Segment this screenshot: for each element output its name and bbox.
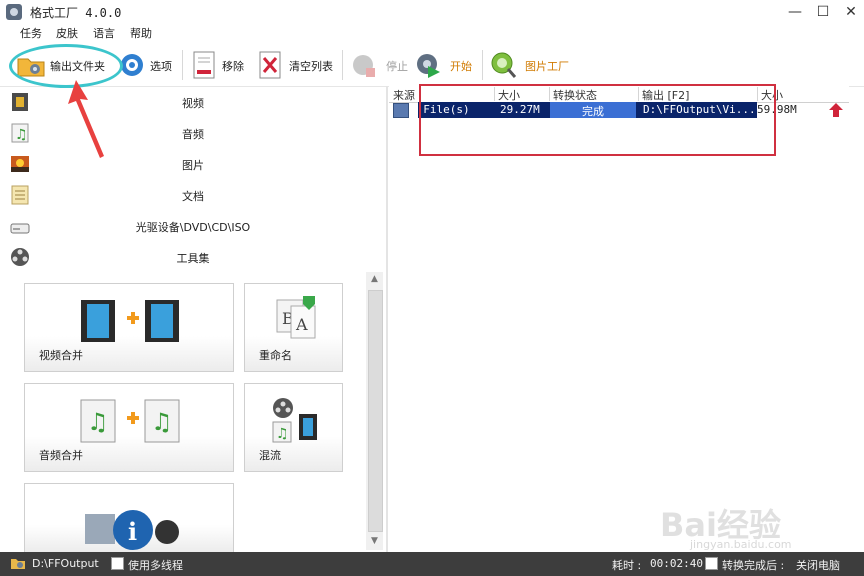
options-button[interactable]: 选项 [118, 46, 178, 84]
clear-list-label: 清空列表 [289, 60, 333, 73]
category-toolbox[interactable]: 工具集 [0, 242, 386, 272]
remove-button[interactable]: 移除 [190, 46, 250, 84]
category-audio[interactable]: ♫ 音频 [0, 118, 386, 148]
scroll-down-icon[interactable]: ▼ [368, 536, 381, 548]
menu-help[interactable]: 帮助 [130, 25, 152, 41]
tool-rename[interactable]: B A 重命名 [244, 283, 343, 372]
video-merge-icon [81, 300, 179, 342]
category-label: 音频 [182, 128, 204, 141]
tool-audio-merge[interactable]: ♫ ♫ 音频合并 [24, 383, 234, 472]
minimize-button[interactable]: — [780, 0, 810, 24]
menu-language[interactable]: 语言 [93, 25, 115, 41]
watermark-url: jingyan.baidu.com [690, 538, 792, 551]
tool-label: 视频合并 [39, 349, 83, 362]
tool-label: 混流 [259, 449, 281, 462]
title-bar [0, 0, 864, 24]
category-label: 图片 [182, 159, 204, 172]
mux-icon: ♫ [272, 398, 317, 443]
clear-list-button[interactable]: 清空列表 [256, 46, 340, 84]
multithread-checkbox[interactable] [111, 557, 124, 570]
category-document[interactable]: 文档 [0, 180, 386, 210]
toolbar-separator [182, 50, 183, 80]
tool-video-merge[interactable]: 视频合并 [24, 283, 234, 372]
scroll-thumb[interactable] [368, 290, 383, 532]
category-label: 工具集 [176, 252, 210, 265]
tool-label: 重命名 [259, 349, 292, 362]
category-label: 文档 [182, 190, 204, 203]
after-convert-checkbox[interactable] [705, 557, 718, 570]
maximize-button[interactable]: ☐ [808, 0, 838, 24]
category-picture[interactable]: 图片 [0, 149, 386, 179]
menu-skin[interactable]: 皮肤 [56, 25, 78, 41]
remove-label: 移除 [222, 60, 244, 73]
close-button[interactable]: ✕ [836, 0, 864, 24]
svg-text:♫: ♫ [276, 426, 289, 442]
category-label: 光驱设备\DVD\CD\ISO [135, 221, 251, 234]
picture-factory-button[interactable]: 图片工厂 [488, 46, 574, 84]
after-convert-action[interactable]: 关闭电脑 [796, 557, 840, 573]
stop-label: 停止 [386, 60, 408, 73]
svg-text:i: i [128, 517, 137, 546]
toolbar-separator [482, 50, 483, 80]
category-video[interactable]: 视频 [0, 87, 386, 117]
after-convert-label: 转换完成后 : [722, 559, 785, 572]
menu-task[interactable]: 任务 [20, 25, 42, 41]
tool-media-info[interactable]: i [24, 483, 234, 552]
up-arrow-icon[interactable] [828, 102, 844, 118]
toolbar-separator [342, 50, 343, 80]
task-type-icon [393, 103, 409, 118]
column-source[interactable]: 来源 [393, 87, 415, 103]
picture-factory-icon [488, 50, 518, 80]
scroll-up-icon[interactable]: ▲ [368, 274, 381, 286]
tool-label: 音频合并 [39, 449, 83, 462]
svg-text:A: A [295, 315, 308, 334]
status-output-path[interactable]: D:\FFOutput [32, 557, 99, 570]
annotation-box [419, 84, 776, 156]
svg-text:♫: ♫ [151, 408, 173, 436]
elapsed-time: 00:02:40 [650, 557, 703, 570]
output-folder-icon[interactable] [10, 556, 26, 570]
multithread-label: 使用多线程 [128, 559, 183, 572]
stop-icon [350, 50, 380, 80]
picture-factory-label: 图片工厂 [525, 60, 569, 73]
start-icon [414, 50, 444, 80]
app-icon [6, 4, 22, 20]
svg-text:♫: ♫ [87, 408, 109, 436]
media-info-icon: i [85, 510, 179, 550]
clear-list-icon [256, 50, 286, 80]
window-title: 格式工厂 4.0.0 [30, 6, 122, 20]
category-label: 视频 [182, 97, 204, 110]
panel-divider[interactable] [386, 86, 388, 552]
tool-mux[interactable]: ♫ 混流 [244, 383, 343, 472]
elapsed-label: 耗时 : [612, 559, 642, 572]
stop-button[interactable]: 停止 [350, 46, 410, 84]
rename-icon: B A [276, 296, 316, 339]
audio-merge-icon: ♫ ♫ [80, 399, 180, 443]
start-label: 开始 [450, 60, 472, 73]
options-label: 选项 [150, 60, 172, 73]
category-optical-drive[interactable]: 光驱设备\DVD\CD\ISO [0, 211, 386, 241]
remove-document-icon [190, 50, 220, 80]
start-button[interactable]: 开始 [414, 46, 478, 84]
